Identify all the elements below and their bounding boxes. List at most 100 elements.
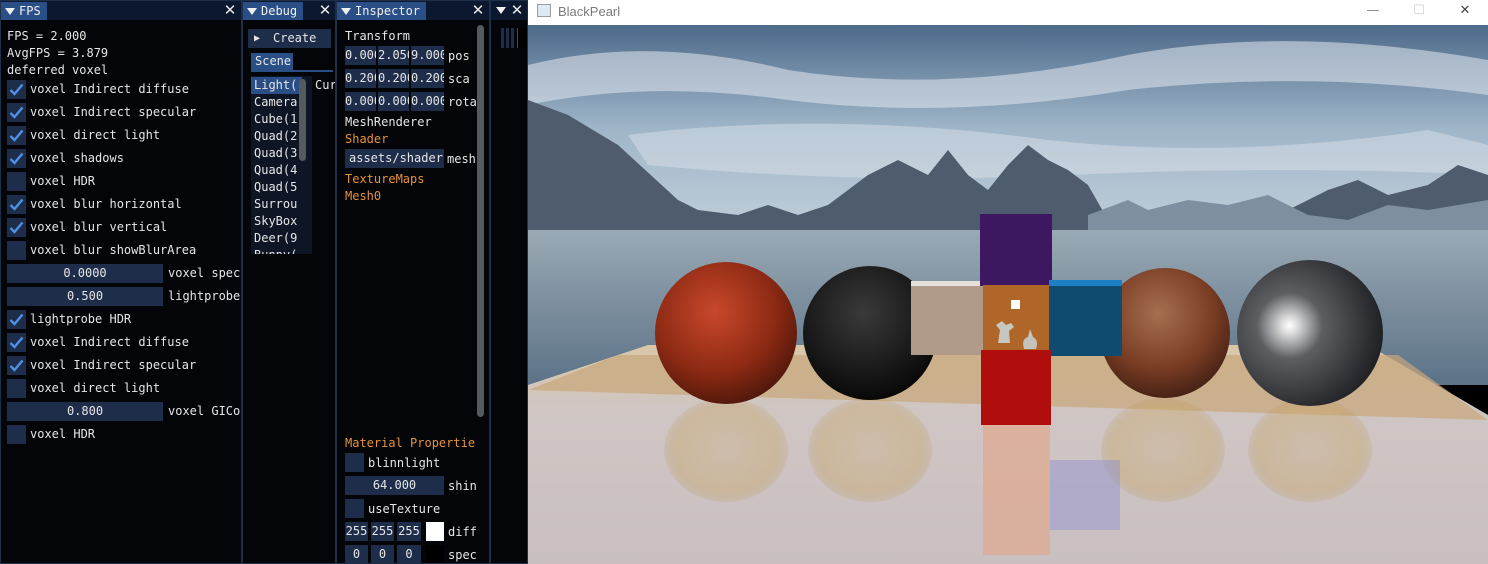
- close-window-icon[interactable]: ✕: [1442, 0, 1488, 25]
- rot-y-field[interactable]: 0.000: [378, 92, 409, 111]
- collapsed-panel-field[interactable]: [517, 28, 527, 48]
- shader-path-field[interactable]: assets/shaders: [345, 149, 444, 168]
- scale-y-field[interactable]: 0.200: [378, 69, 409, 88]
- scene-list-item[interactable]: Quad(5: [251, 179, 302, 196]
- lightprobe-option-label: voxel Indirect specular: [30, 358, 197, 372]
- diffuse-r-field[interactable]: 255: [345, 522, 368, 541]
- close-icon[interactable]: ✕: [317, 2, 333, 19]
- shader-suffix-label: mesh: [447, 152, 476, 166]
- shininess-slider[interactable]: 64.000: [345, 476, 444, 495]
- collapse-triangle-icon[interactable]: [247, 8, 257, 15]
- voxel-gi-slider[interactable]: 0.800: [7, 402, 163, 421]
- debug-title-bar[interactable]: Debug ✕: [243, 1, 335, 20]
- shininess-label: shin: [448, 479, 477, 493]
- window-title: BlackPearl: [558, 4, 621, 19]
- close-icon[interactable]: ✕: [509, 2, 525, 19]
- scene-list-item[interactable]: Quad(4: [251, 162, 302, 179]
- gi-option-checkbox[interactable]: [7, 425, 26, 444]
- light-marker: [1011, 300, 1020, 309]
- scene-list-item[interactable]: Surrou: [251, 196, 302, 213]
- scene-list-item[interactable]: Quad(2: [251, 128, 302, 145]
- app-icon: [537, 4, 551, 17]
- voxel-option-checkbox[interactable]: [7, 126, 26, 145]
- reflection: [664, 398, 788, 502]
- rot-z-field[interactable]: 0.000: [411, 92, 444, 111]
- fps-title-bar[interactable]: FPS ✕: [1, 1, 241, 20]
- window-title-bar[interactable]: BlackPearl — ☐ ✕: [528, 0, 1488, 25]
- specular-b-field[interactable]: 0: [397, 545, 421, 563]
- scale-x-field[interactable]: 0.200: [345, 69, 376, 88]
- voxel-option-checkbox[interactable]: [7, 241, 26, 260]
- lightprobe-option-label: voxel direct light: [30, 381, 161, 395]
- scene-list-item[interactable]: Cube(1: [251, 111, 302, 128]
- voxel-option-label: voxel blur vertical: [30, 220, 168, 234]
- minimize-icon[interactable]: —: [1350, 0, 1396, 25]
- voxel-option-checkbox[interactable]: [7, 103, 26, 122]
- blinnlight-checkbox[interactable]: [345, 453, 364, 472]
- voxel-option-checkbox[interactable]: [7, 80, 26, 99]
- specular-color-swatch[interactable]: [426, 545, 444, 563]
- specular-g-field[interactable]: 0: [371, 545, 394, 563]
- scene-list-item[interactable]: Quad(3: [251, 145, 302, 162]
- voxel-option-checkbox[interactable]: [7, 172, 26, 191]
- pos-y-field[interactable]: 2.050: [378, 46, 409, 65]
- lightprobe-slider[interactable]: 0.500: [7, 287, 163, 306]
- render-window[interactable]: BlackPearl — ☐ ✕: [528, 0, 1488, 564]
- voxel-spec-label: voxel spec: [168, 266, 241, 280]
- fps-panel: FPS ✕ FPS = 2.000 AvgFPS = 3.879 deferre…: [0, 0, 242, 564]
- diffuse-label: diff: [448, 525, 477, 539]
- texture-maps-header[interactable]: TextureMaps: [345, 172, 424, 187]
- debug-tab[interactable]: Debug: [243, 2, 304, 20]
- scene-list-item[interactable]: Light(: [251, 77, 302, 94]
- voxel-option-label: voxel shadows: [30, 151, 124, 165]
- lightprobe-option-checkbox[interactable]: [7, 333, 26, 352]
- reflection: [808, 398, 932, 502]
- use-texture-checkbox[interactable]: [345, 499, 364, 518]
- cube-beige-top: [911, 281, 983, 286]
- scene-list-item[interactable]: Camera: [251, 94, 302, 111]
- diffuse-g-field[interactable]: 255: [371, 522, 394, 541]
- scene-list-item[interactable]: Deer(9: [251, 230, 302, 247]
- check-icon: [9, 198, 24, 211]
- collapse-triangle-icon[interactable]: [496, 7, 506, 14]
- fps-title: FPS: [19, 4, 41, 18]
- scale-z-field[interactable]: 0.200: [411, 69, 444, 88]
- inspector-scrollbar[interactable]: [477, 25, 484, 417]
- scene-tab[interactable]: Scene: [251, 53, 293, 70]
- voxel-option-label: voxel direct light: [30, 128, 161, 142]
- voxel-option-checkbox[interactable]: [7, 149, 26, 168]
- pos-z-field[interactable]: 9.000: [411, 46, 444, 65]
- cube-purple: [980, 214, 1052, 286]
- collapsed-panel-strip: [501, 28, 504, 48]
- 3d-scene-view[interactable]: [528, 25, 1488, 564]
- mesh0-header[interactable]: Mesh0: [345, 189, 381, 204]
- voxel-option-checkbox[interactable]: [7, 218, 26, 237]
- inspector-title-bar[interactable]: Inspector ✕: [337, 1, 489, 20]
- scene-list-scrollbar[interactable]: [299, 79, 306, 161]
- rot-x-field[interactable]: 0.000: [345, 92, 376, 111]
- lightprobe-option-checkbox[interactable]: [7, 356, 26, 375]
- close-icon[interactable]: ✕: [222, 2, 238, 19]
- diffuse-color-swatch[interactable]: [426, 522, 444, 541]
- collapse-triangle-icon[interactable]: [5, 8, 15, 15]
- inspector-panel: Inspector ✕ Transform 0.000 2.050 9.000 …: [336, 0, 490, 564]
- cube-orange: [983, 285, 1050, 352]
- lightprobe-option-checkbox[interactable]: [7, 379, 26, 398]
- specular-r-field[interactable]: 0: [345, 545, 368, 563]
- diffuse-b-field[interactable]: 255: [397, 522, 421, 541]
- close-icon[interactable]: ✕: [470, 2, 486, 19]
- pos-x-field[interactable]: 0.000: [345, 46, 376, 65]
- lightprobe-option-checkbox[interactable]: [7, 310, 26, 329]
- create-button[interactable]: ▶ Create: [248, 29, 331, 48]
- scene-list-item[interactable]: SkyBox: [251, 213, 302, 230]
- inspector-tab[interactable]: Inspector: [337, 2, 427, 20]
- sphere-metal: [1237, 260, 1383, 406]
- maximize-icon[interactable]: ☐: [1396, 0, 1442, 25]
- collapsed-title-bar[interactable]: ✕: [491, 1, 527, 20]
- voxel-option-checkbox[interactable]: [7, 195, 26, 214]
- voxel-spec-slider[interactable]: 0.0000: [7, 264, 163, 283]
- fps-tab[interactable]: FPS: [1, 2, 47, 20]
- collapse-triangle-icon[interactable]: [341, 8, 351, 15]
- voxel-gi-label: voxel GICo: [168, 404, 241, 418]
- scene-list-item[interactable]: Bunny(: [251, 247, 302, 254]
